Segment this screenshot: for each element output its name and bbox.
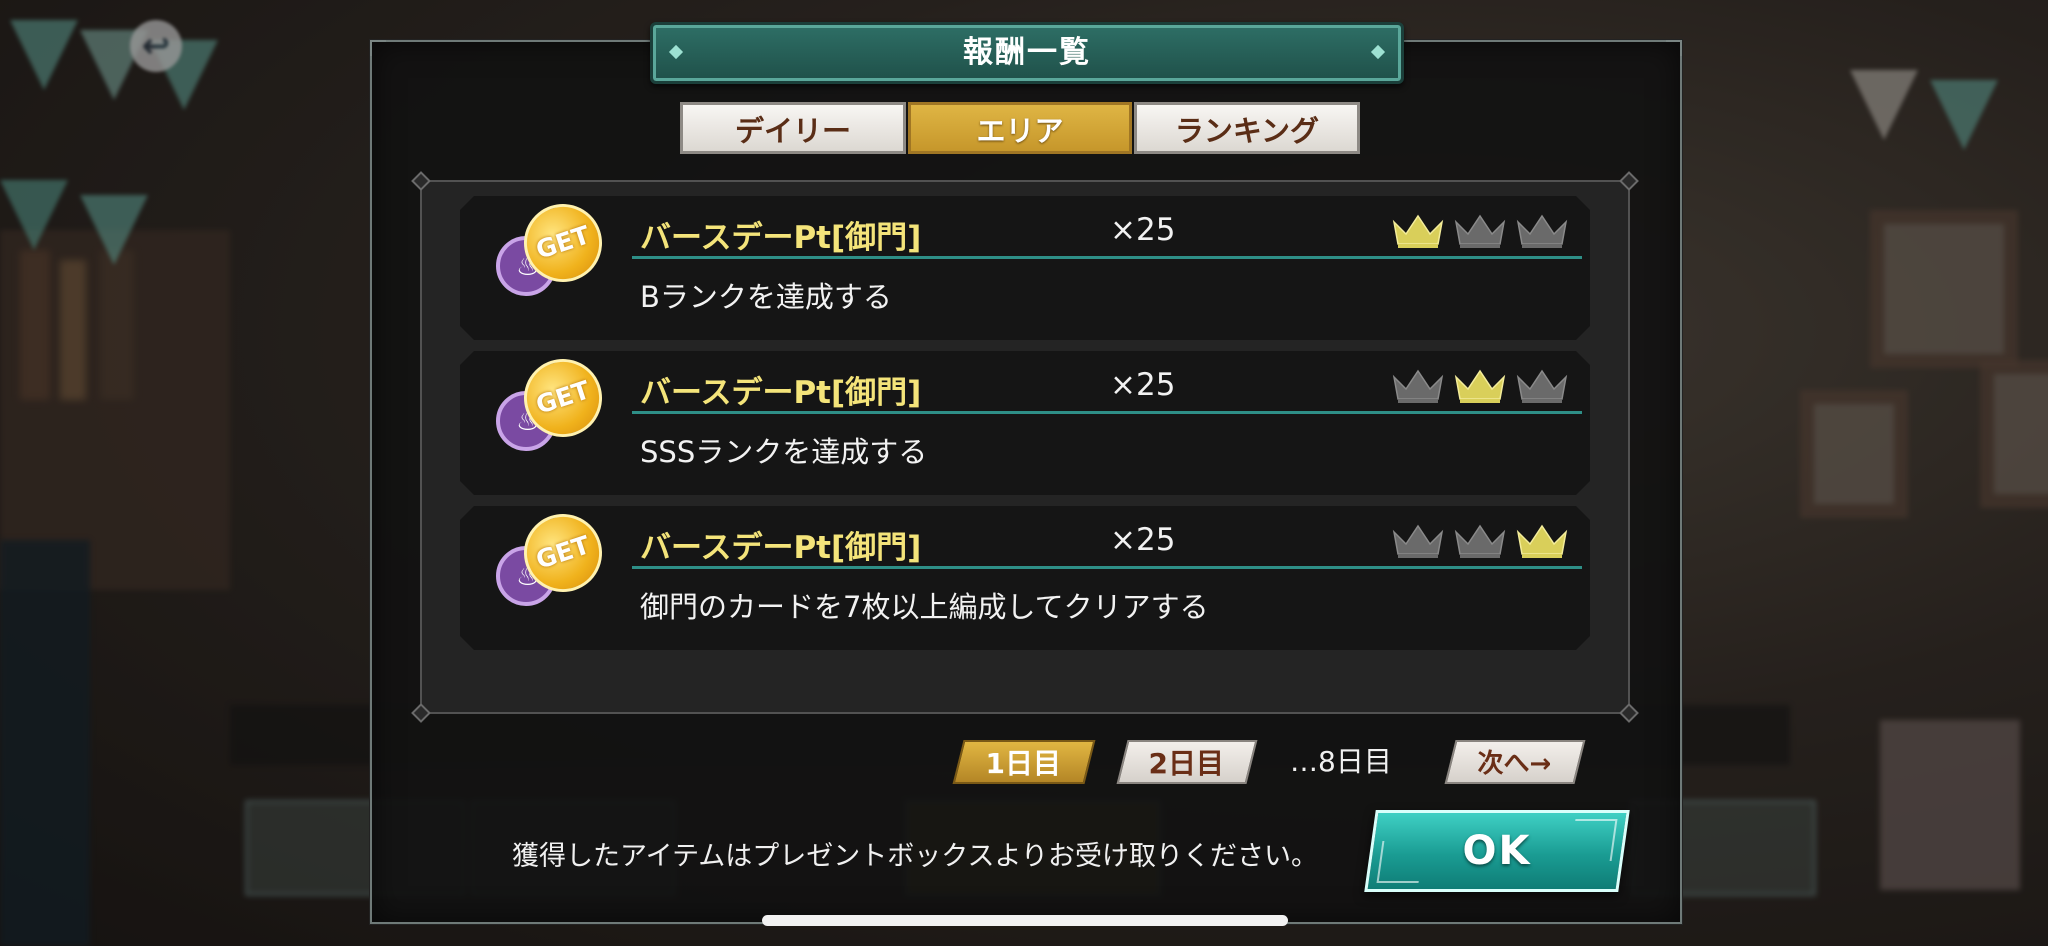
reward-item-name: バースデーPt[御門] — [640, 375, 922, 411]
crown-rating — [1390, 210, 1570, 250]
reward-condition: Bランクを達成する — [640, 280, 892, 314]
crown-icon — [1514, 365, 1570, 405]
modal-title: 報酬一覧 — [650, 22, 1404, 84]
reward-condition: SSSランクを達成する — [640, 435, 928, 469]
reward-row: ♨ GET バースデーPt[御門] ×25 SSSランクを達成する — [460, 351, 1590, 495]
modal-corner — [370, 40, 386, 56]
divider — [632, 411, 1582, 414]
crown-rating — [1390, 365, 1570, 405]
reward-condition: 御門のカードを7枚以上編成してクリアする — [640, 590, 1209, 624]
tab-daily[interactable]: デイリー — [680, 102, 906, 154]
reward-item-name: バースデーPt[御門] — [640, 530, 922, 566]
crown-icon — [1452, 365, 1508, 405]
page-day1-button[interactable]: 1日目 — [952, 740, 1096, 784]
footer-note: 獲得したアイテムはプレゼントボックスよりお受け取りください。 — [512, 841, 1318, 872]
crown-icon — [1390, 210, 1446, 250]
page-day2-label: 2日目 — [1148, 747, 1225, 780]
next-page-button[interactable]: 次へ→ — [1444, 740, 1586, 784]
crown-icon — [1390, 520, 1446, 560]
modal-corner — [1666, 40, 1682, 56]
reward-row: ♨ GET バースデーPt[御門] ×25 御門のカードを7枚以上編成してクリア… — [460, 506, 1590, 650]
crown-icon — [1514, 520, 1570, 560]
page-day2-button[interactable]: 2日目 — [1116, 740, 1258, 784]
tab-ranking-label: ランキング — [1174, 114, 1320, 148]
home-indicator[interactable] — [762, 915, 1288, 926]
page-range-label: …8日目 — [1290, 745, 1392, 778]
gem-ornament — [1370, 44, 1386, 60]
tab-area-label: エリア — [976, 114, 1064, 148]
tab-ranking[interactable]: ランキング — [1134, 102, 1360, 154]
modal-title-text: 報酬一覧 — [963, 35, 1091, 70]
tab-daily-label: デイリー — [734, 114, 851, 148]
tab-area[interactable]: エリア — [908, 102, 1132, 154]
reward-list[interactable]: ♨ GET バースデーPt[御門] ×25 Bランクを達成する ♨ GET バー… — [411, 171, 1639, 723]
gem-ornament — [668, 44, 684, 60]
crown-icon — [1514, 210, 1570, 250]
ok-button[interactable]: OK — [1364, 810, 1630, 892]
page-day1-label: 1日目 — [985, 747, 1062, 780]
divider — [632, 256, 1582, 259]
divider — [632, 566, 1582, 569]
reward-item-name: バースデーPt[御門] — [640, 220, 922, 256]
ok-button-label: OK — [1462, 828, 1532, 874]
reward-quantity: ×25 — [1110, 212, 1176, 248]
crown-icon — [1452, 520, 1508, 560]
crown-icon — [1452, 210, 1508, 250]
crown-icon — [1390, 365, 1446, 405]
reward-row: ♨ GET バースデーPt[御門] ×25 Bランクを達成する — [460, 196, 1590, 340]
next-page-label: 次へ→ — [1477, 749, 1552, 779]
reward-quantity: ×25 — [1110, 522, 1176, 558]
crown-rating — [1390, 520, 1570, 560]
reward-quantity: ×25 — [1110, 367, 1176, 403]
